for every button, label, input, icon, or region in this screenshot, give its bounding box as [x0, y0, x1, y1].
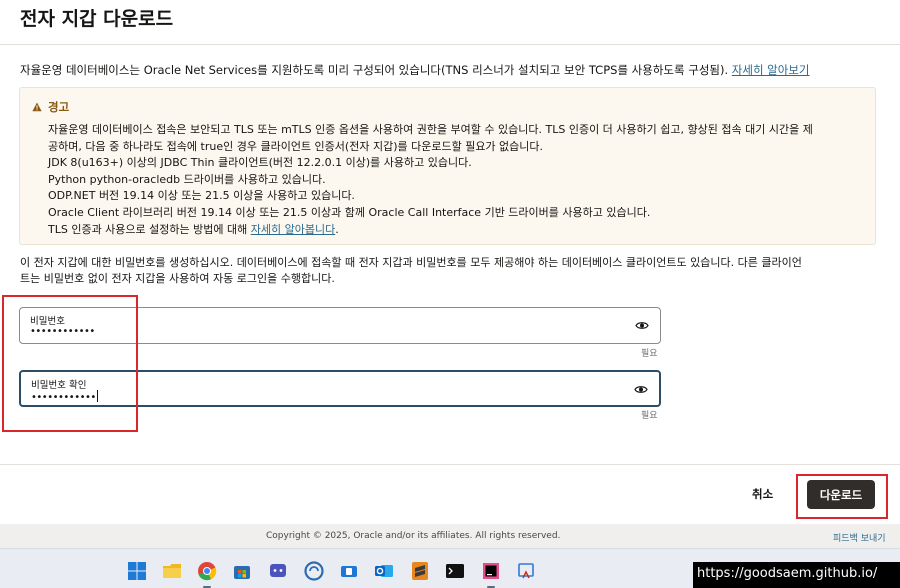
- warning-line: 자율운영 데이터베이스 접속은 보안되고 TLS 또는 mTLS 인증 옵션을 …: [48, 123, 813, 136]
- phone-link-icon[interactable]: [339, 561, 359, 581]
- terminal-icon[interactable]: [445, 561, 465, 581]
- outlook-icon[interactable]: [374, 561, 394, 581]
- teams-chat-icon[interactable]: [268, 561, 288, 581]
- warning-line: Oracle Client 라이브러리 버전 19.14 이상 또는 21.5 …: [48, 205, 651, 219]
- warning-line: Python python-oracledb 드라이버를 사용하고 있습니다.: [48, 172, 326, 186]
- annotation-highlight-download: [796, 474, 888, 519]
- warning-header: 경고: [32, 99, 69, 115]
- tls-learn-more-link[interactable]: 자세히 알아봅니다: [251, 223, 335, 236]
- annotation-highlight-password: [2, 295, 138, 432]
- watermark-url: https://goodsaem.github.io/: [693, 562, 900, 588]
- password-required-hint: 필요: [641, 349, 658, 359]
- warning-line-tls: TLS 인증과 사용으로 설정하는 방법에 대해 자세히 알아봅니다.: [48, 222, 868, 239]
- store-icon[interactable]: [232, 561, 252, 581]
- confirm-password-required-hint: 필요: [641, 411, 658, 421]
- warning-line: JDK 8(u163+) 이상의 JDBC Thin 클라이언트(버전 12.2…: [48, 156, 472, 170]
- windows-start-icon[interactable]: [127, 561, 147, 581]
- sublime-text-icon[interactable]: [410, 561, 430, 581]
- warning-line: ODP.NET 버전 19.14 이상 또는 21.5 이상을 사용하고 있습니…: [48, 189, 355, 203]
- warning-line: 공하며, 다음 중 하나라도 접속에 true인 경우 클라이언트 인증서(전자…: [48, 139, 544, 153]
- show-password-eye-icon[interactable]: [635, 320, 649, 331]
- learn-more-link[interactable]: 자세히 알아보기: [732, 63, 810, 77]
- file-explorer-icon[interactable]: [162, 561, 182, 581]
- chrome-icon[interactable]: [197, 561, 217, 581]
- snipping-tool-icon[interactable]: [516, 561, 536, 581]
- title-divider: [0, 44, 900, 45]
- tls-text: TLS 인증과 사용으로 설정하는 방법에 대해: [48, 222, 251, 236]
- intro-text: 자율운영 데이터베이스는 Oracle Net Services를 지원하도록 …: [20, 62, 810, 78]
- page-footer: Copyright © 2025, Oracle and/or its affi…: [0, 524, 900, 548]
- warning-title: 경고: [48, 100, 70, 114]
- warning-triangle-icon: [32, 102, 42, 112]
- edge-sync-icon[interactable]: [304, 561, 324, 581]
- footer-divider: [0, 464, 900, 465]
- instructions-line: 이 전자 지갑에 대한 비밀번호를 생성하십시오. 데이터베이스에 접속할 때 …: [20, 256, 802, 269]
- feedback-link[interactable]: 피드백 보내기: [833, 531, 886, 544]
- intellij-icon[interactable]: [481, 561, 501, 581]
- intro-body: 자율운영 데이터베이스는 Oracle Net Services를 지원하도록 …: [20, 63, 732, 77]
- copyright-text: Copyright © 2025, Oracle and/or its affi…: [266, 531, 561, 541]
- dialog-title: 전자 지갑 다운로드: [20, 8, 174, 30]
- warning-box: 경고 자율운영 데이터베이스 접속은 보안되고 TLS 또는 mTLS 인증 옵…: [19, 87, 876, 245]
- show-confirm-password-eye-icon[interactable]: [634, 384, 648, 395]
- cancel-button[interactable]: 취소: [752, 486, 773, 502]
- password-instructions: 이 전자 지갑에 대한 비밀번호를 생성하십시오. 데이터베이스에 접속할 때 …: [20, 255, 880, 286]
- warning-lines: 자율운영 데이터베이스 접속은 보안되고 TLS 또는 mTLS 인증 옵션을 …: [48, 122, 868, 238]
- instructions-line: 트는 비밀번호 없이 전자 지갑을 사용하여 자동 로그인을 수행합니다.: [20, 271, 335, 285]
- download-wallet-dialog: 전자 지갑 다운로드 자율운영 데이터베이스는 Oracle Net Servi…: [0, 0, 900, 548]
- tls-suffix: .: [335, 222, 339, 236]
